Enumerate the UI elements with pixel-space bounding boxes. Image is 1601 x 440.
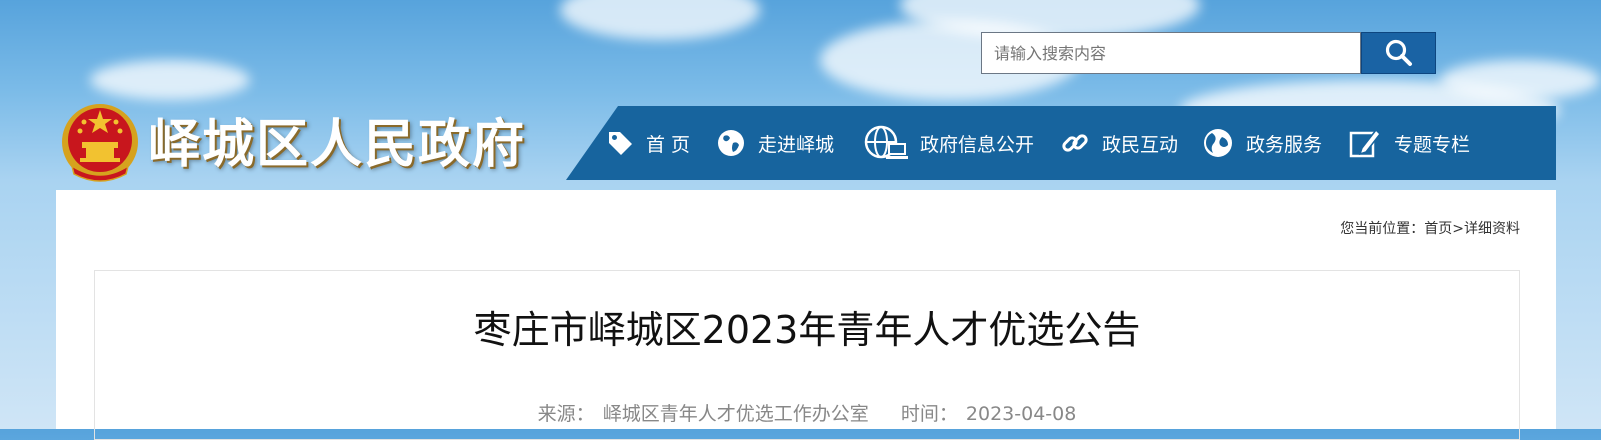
nav-item-label: 政务服务 (1246, 133, 1323, 156)
search-icon (1385, 39, 1412, 66)
breadcrumb: 您当前位置：首页>详细资料 (1340, 218, 1520, 238)
nav-item-info-disclosure[interactable]: 政府信息公开 (864, 106, 1034, 180)
nav-item-label: 政府信息公开 (920, 133, 1035, 156)
article-source: 峄城区青年人才优选工作办公室 (602, 403, 869, 425)
time-label: 时间： (900, 403, 958, 425)
site-title: 峄城区人民政府 (148, 114, 527, 175)
nav-item-services[interactable]: 政务服务 (1202, 106, 1322, 180)
nav-item-interaction[interactable]: 政民互动 (1060, 106, 1178, 180)
cloud-decoration (90, 60, 250, 100)
nav-item-label: 政民互动 (1102, 133, 1179, 156)
edit-icon (1349, 128, 1381, 158)
nav-item-special-topics[interactable]: 专题专栏 (1348, 106, 1470, 180)
web-computer-icon (864, 125, 908, 159)
globe-service-icon (1204, 129, 1232, 157)
article-time: 2023-04-08 (965, 403, 1077, 425)
source-label: 来源： (537, 403, 595, 425)
article-title: 枣庄市峄城区2023年青年人才优选公告 (473, 308, 1141, 352)
cloud-decoration (560, 0, 760, 40)
breadcrumb-separator: > (1452, 221, 1464, 237)
tag-icon (609, 132, 632, 155)
main-nav: 首 页 走进峄城 政府信息公开 政民互动 政务服务 专题专栏 (566, 106, 1556, 180)
breadcrumb-current: 详细资料 (1464, 221, 1520, 237)
nav-item-label: 首 页 (646, 133, 691, 156)
nav-item-label: 专题专栏 (1394, 133, 1471, 156)
article-container: 枣庄市峄城区2023年青年人才优选公告 来源： 峄城区青年人才优选工作办公室 时间… (94, 270, 1520, 440)
link-icon (1062, 134, 1088, 152)
article-meta: 来源： 峄城区青年人才优选工作办公室 时间： 2023-04-08 (95, 399, 1519, 426)
globe-icon (718, 130, 744, 156)
nav-item-label: 走进峄城 (758, 133, 835, 156)
nav-item-home[interactable]: 首 页 (606, 106, 690, 180)
breadcrumb-home-link[interactable]: 首页 (1424, 221, 1452, 237)
cloud-decoration (1440, 60, 1600, 100)
national-emblem-icon (62, 104, 138, 182)
search-input[interactable] (981, 32, 1361, 74)
nav-item-about[interactable]: 走进峄城 (716, 106, 834, 180)
content-panel: 您当前位置：首页>详细资料 枣庄市峄城区2023年青年人才优选公告 来源： 峄城区… (56, 190, 1556, 440)
search-button[interactable] (1361, 32, 1436, 74)
breadcrumb-prefix: 您当前位置： (1340, 221, 1425, 237)
